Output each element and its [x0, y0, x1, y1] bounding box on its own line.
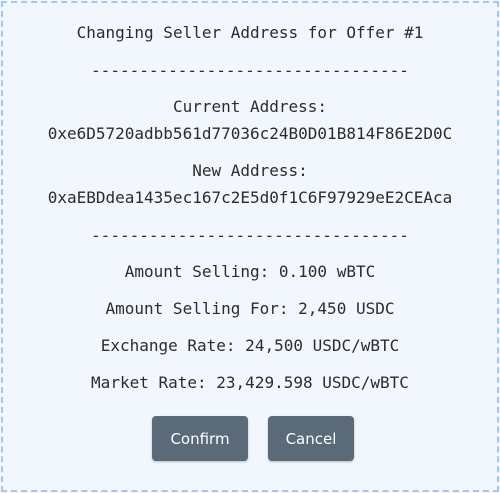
market-rate: Market Rate: 23,429.598 USDC/wBTC: [91, 373, 409, 392]
amount-selling: Amount Selling: 0.100 wBTC: [124, 262, 376, 281]
separator-bottom: ---------------------------------: [91, 226, 409, 245]
new-address-value: 0xaEBDdea1435ec167c2E5d0f1C6F97929eE2CEA…: [47, 188, 453, 207]
confirm-button[interactable]: Confirm: [152, 416, 248, 461]
current-address-value: 0xe6D5720adbb561d77036c24B0D01B814F86E2D…: [47, 124, 453, 143]
amount-selling-for: Amount Selling For: 2,450 USDC: [105, 299, 395, 318]
exchange-rate: Exchange Rate: 24,500 USDC/wBTC: [100, 336, 400, 355]
dialog-title: Changing Seller Address for Offer #1: [76, 23, 424, 42]
cancel-button[interactable]: Cancel: [268, 416, 354, 461]
separator-top: ---------------------------------: [91, 61, 409, 80]
confirmation-dialog: Changing Seller Address for Offer #1 ---…: [1, 1, 499, 492]
current-address-label: Current Address:: [172, 97, 328, 116]
new-address-label: New Address:: [192, 161, 308, 180]
